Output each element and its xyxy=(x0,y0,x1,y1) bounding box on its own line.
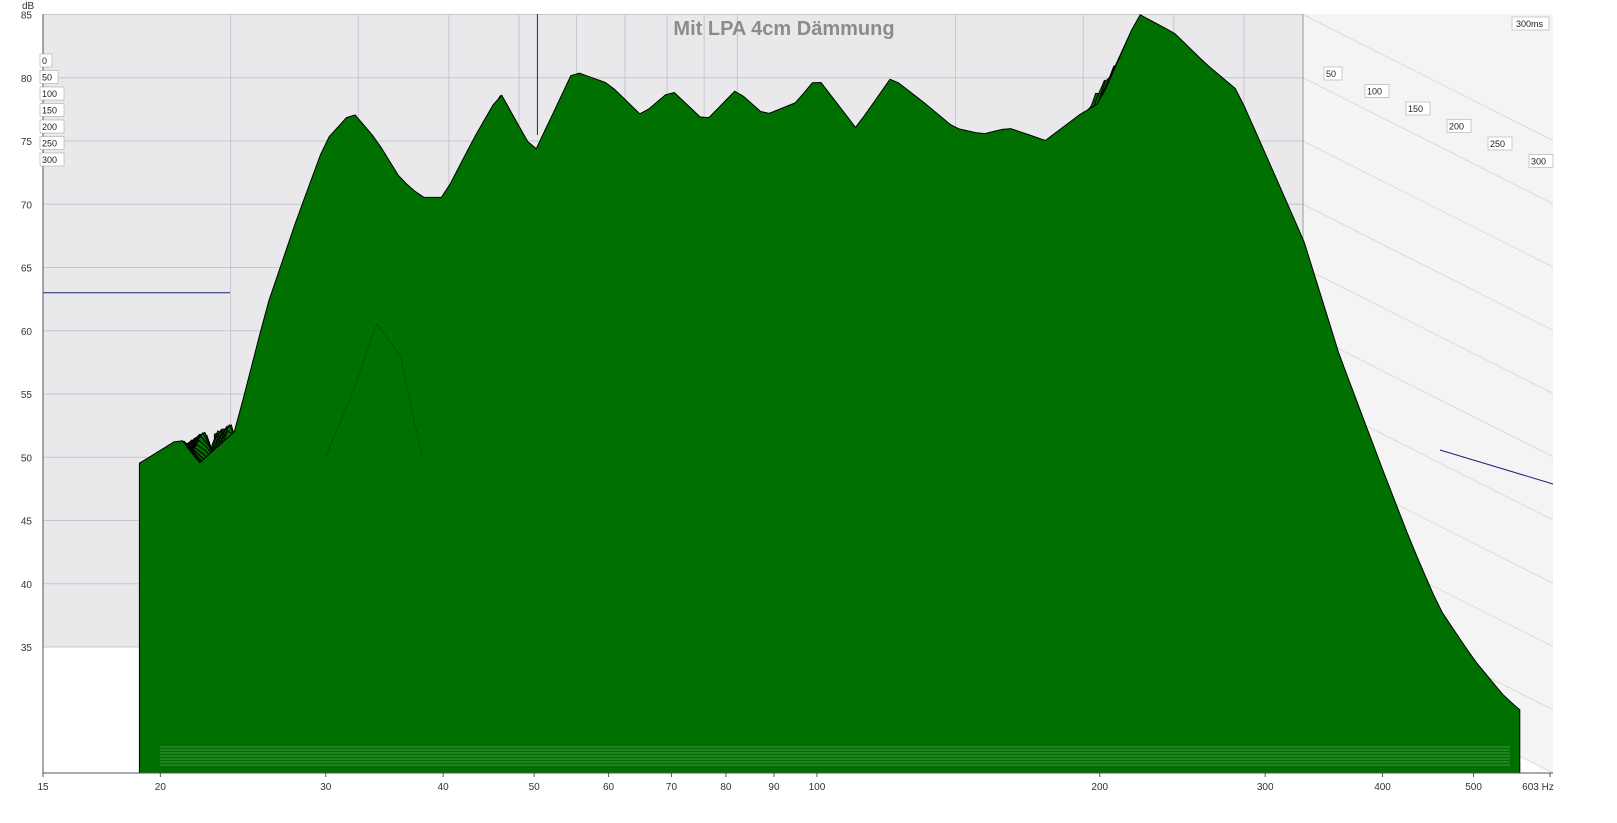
x-tick-label: 500 xyxy=(1465,782,1482,793)
x-tick-label: 60 xyxy=(603,782,615,793)
time-tick-label: 150 xyxy=(1408,104,1423,114)
chart-title: Mit LPA 4cm Dämmung xyxy=(673,18,894,40)
x-tick-label: 400 xyxy=(1374,782,1391,793)
time-tick-label: 50 xyxy=(1326,69,1336,79)
waterfall-chart: 15 20 30 40 50 60 70 80 90 100 200 300 400 500 603 Hz 3… xyxy=(0,0,1617,818)
time-legend-label: 250 xyxy=(42,139,57,149)
x-tick-label: 50 xyxy=(529,782,541,793)
time-unit-label: 300ms xyxy=(1516,19,1544,29)
y-tick-label: 85 xyxy=(21,11,33,22)
y-tick-label: 55 xyxy=(21,390,33,401)
x-tick-label: 70 xyxy=(666,782,678,793)
x-tick-label: 40 xyxy=(438,782,450,793)
x-tick-label: 90 xyxy=(768,782,780,793)
y-tick-label: 80 xyxy=(21,74,33,85)
time-legend-label: 100 xyxy=(42,89,57,99)
x-tick-label: 603 Hz xyxy=(1522,782,1554,793)
y-tick-label: 70 xyxy=(21,200,33,211)
chart-svg: 15 20 30 40 50 60 70 80 90 100 200 300 400 500 603 Hz3… xyxy=(21,1,1554,793)
time-tick-label: 250 xyxy=(1490,139,1505,149)
y-axis-unit: dB xyxy=(22,1,35,12)
y-tick-label: 65 xyxy=(21,264,33,275)
time-legend-label: 0 xyxy=(42,56,47,66)
time-legend-label: 150 xyxy=(42,106,57,116)
y-tick-label: 50 xyxy=(21,453,33,464)
time-tick-label: 100 xyxy=(1367,87,1382,97)
y-tick-label: 45 xyxy=(21,517,33,528)
time-tick-label: 200 xyxy=(1449,122,1464,132)
x-tick-label: 30 xyxy=(320,782,332,793)
y-tick-label: 60 xyxy=(21,327,33,338)
x-tick-label: 100 xyxy=(809,782,826,793)
y-tick-label: 40 xyxy=(21,580,33,591)
y-tick-label: 75 xyxy=(21,137,33,148)
time-legend-label: 300 xyxy=(42,155,57,165)
time-legend-label: 50 xyxy=(42,73,52,83)
time-tick-label: 300 xyxy=(1531,157,1546,167)
x-tick-label: 200 xyxy=(1091,782,1108,793)
floor xyxy=(160,746,1510,766)
time-legend-label: 200 xyxy=(42,122,57,132)
x-tick-label: 80 xyxy=(720,782,732,793)
x-tick-label: 20 xyxy=(155,782,167,793)
x-tick-label: 300 xyxy=(1257,782,1274,793)
x-tick-label: 15 xyxy=(37,782,49,793)
y-tick-label: 35 xyxy=(21,643,33,654)
